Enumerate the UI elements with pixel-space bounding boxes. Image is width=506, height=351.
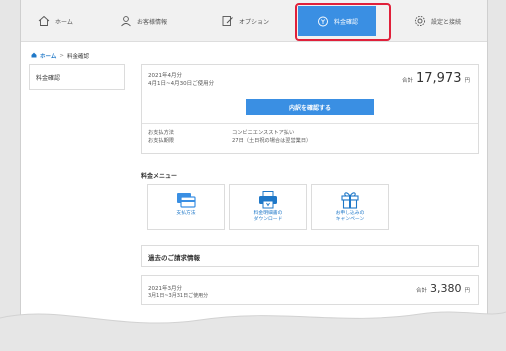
home-icon <box>37 14 51 28</box>
side-tab-fee-check[interactable]: 料金確認 <box>29 64 125 90</box>
card-label-line-1: お申し込みの <box>335 211 365 216</box>
highlight-ring <box>295 3 391 41</box>
bill-month: 2021年4月分 <box>148 73 182 79</box>
card-label: 支払方法 <box>176 211 196 216</box>
side-tab-label: 料金確認 <box>36 74 61 82</box>
nav-item-customer-info[interactable]: お客様情報 <box>119 10 167 32</box>
card-label-line-2: ダウンロード <box>253 217 283 222</box>
nav-item-label: オプション <box>239 18 270 26</box>
total-label: 合計 <box>401 78 413 84</box>
past-total-unit: 円 <box>464 288 470 294</box>
bill-total: 合計 17,973 円 <box>402 71 470 86</box>
total-unit: 円 <box>464 78 470 84</box>
statement-download-card[interactable]: 料金明細書の ダウンロード <box>229 184 307 230</box>
breadcrumb-home-link[interactable]: ホーム <box>40 52 56 60</box>
breadcrumb-current: 料金確認 <box>66 54 89 60</box>
payment-method-value: コンビニエンスストア払い <box>232 130 295 136</box>
past-bills-title: 過去のご請求情報 <box>148 254 200 262</box>
past-bills-header: 過去のご請求情報 <box>141 245 479 267</box>
payment-date-label: お支払期限 <box>148 138 174 144</box>
nav-item-settings[interactable]: 設定と接続 <box>413 10 461 32</box>
nav-item-options[interactable]: オプション <box>221 10 269 32</box>
card-label-line-1: 料金明細書の <box>253 211 283 216</box>
fee-menu-title: 料金メニュー <box>141 173 178 180</box>
view-breakdown-button[interactable]: 内訳を確認する <box>246 99 374 115</box>
gift-icon <box>340 191 360 209</box>
payment-method-card[interactable]: 支払方法 <box>147 184 225 230</box>
past-total-label: 合計 <box>415 288 427 294</box>
nav-item-label: ホーム <box>55 18 73 26</box>
top-nav: ホーム お客様情報 オプション 料金確認 設定と接続 <box>21 0 487 42</box>
divider <box>142 123 478 124</box>
breadcrumb: ホーム > 料金確認 <box>31 52 89 60</box>
nav-item-home[interactable]: ホーム <box>37 10 73 32</box>
user-icon <box>119 14 133 28</box>
house-icon <box>31 52 37 60</box>
card-icon <box>176 191 196 209</box>
breadcrumb-separator: > <box>59 53 64 59</box>
bill-range: 4月1日~4月30日ご使用分 <box>148 81 215 87</box>
card-label: 料金明細書の ダウンロード <box>254 211 283 223</box>
payment-date-value: 27日（土日祝の場合は翌営業日） <box>232 138 312 144</box>
torn-edge-decoration <box>0 311 506 351</box>
campaign-card[interactable]: お申し込みの キャンペーン <box>311 184 389 230</box>
payment-method-label: お支払方法 <box>148 130 174 136</box>
current-bill-summary: 2021年4月分 4月1日~4月30日ご使用分 合計 17,973 円 内訳を確… <box>141 64 479 154</box>
card-label-line-2: キャンペーン <box>335 217 365 222</box>
card-label: お申し込みの キャンペーン <box>336 211 365 223</box>
edit-icon <box>221 14 235 28</box>
past-total-amount: 3,380 <box>429 282 462 295</box>
past-bill-total: 合計 3,380 円 <box>416 282 470 295</box>
printer-icon <box>258 191 278 209</box>
nav-item-label: お客様情報 <box>137 18 168 26</box>
gear-icon <box>413 14 427 28</box>
total-amount: 17,973 <box>415 71 462 86</box>
past-bill-month: 2021年3月分 <box>148 286 182 292</box>
nav-item-label: 設定と接続 <box>431 18 462 26</box>
